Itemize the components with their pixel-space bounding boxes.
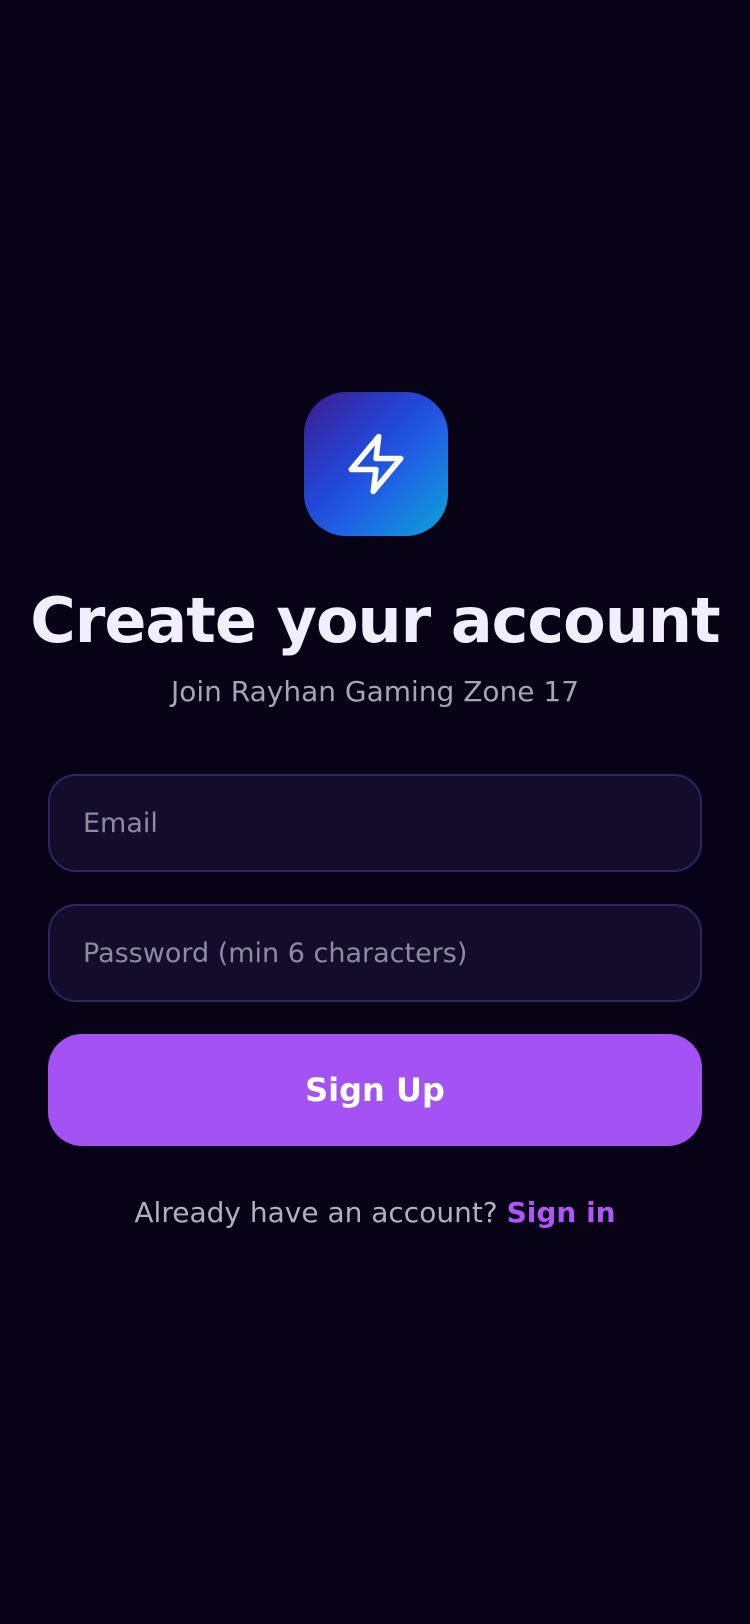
password-field[interactable] xyxy=(48,904,702,1002)
email-field[interactable] xyxy=(48,774,702,872)
lightning-bolt-icon xyxy=(348,433,404,495)
page-title: Create your account xyxy=(30,584,720,657)
sign-up-button[interactable]: Sign Up xyxy=(48,1034,702,1146)
signin-prompt-text: Already have an account? xyxy=(134,1196,498,1229)
page-subtitle: Join Rayhan Gaming Zone 17 xyxy=(170,675,580,708)
signup-screen: Create your account Join Rayhan Gaming Z… xyxy=(0,0,750,1624)
app-logo xyxy=(304,392,448,536)
signin-prompt: Already have an account? Sign in xyxy=(0,1193,750,1233)
sign-in-link[interactable]: Sign in xyxy=(507,1196,616,1229)
